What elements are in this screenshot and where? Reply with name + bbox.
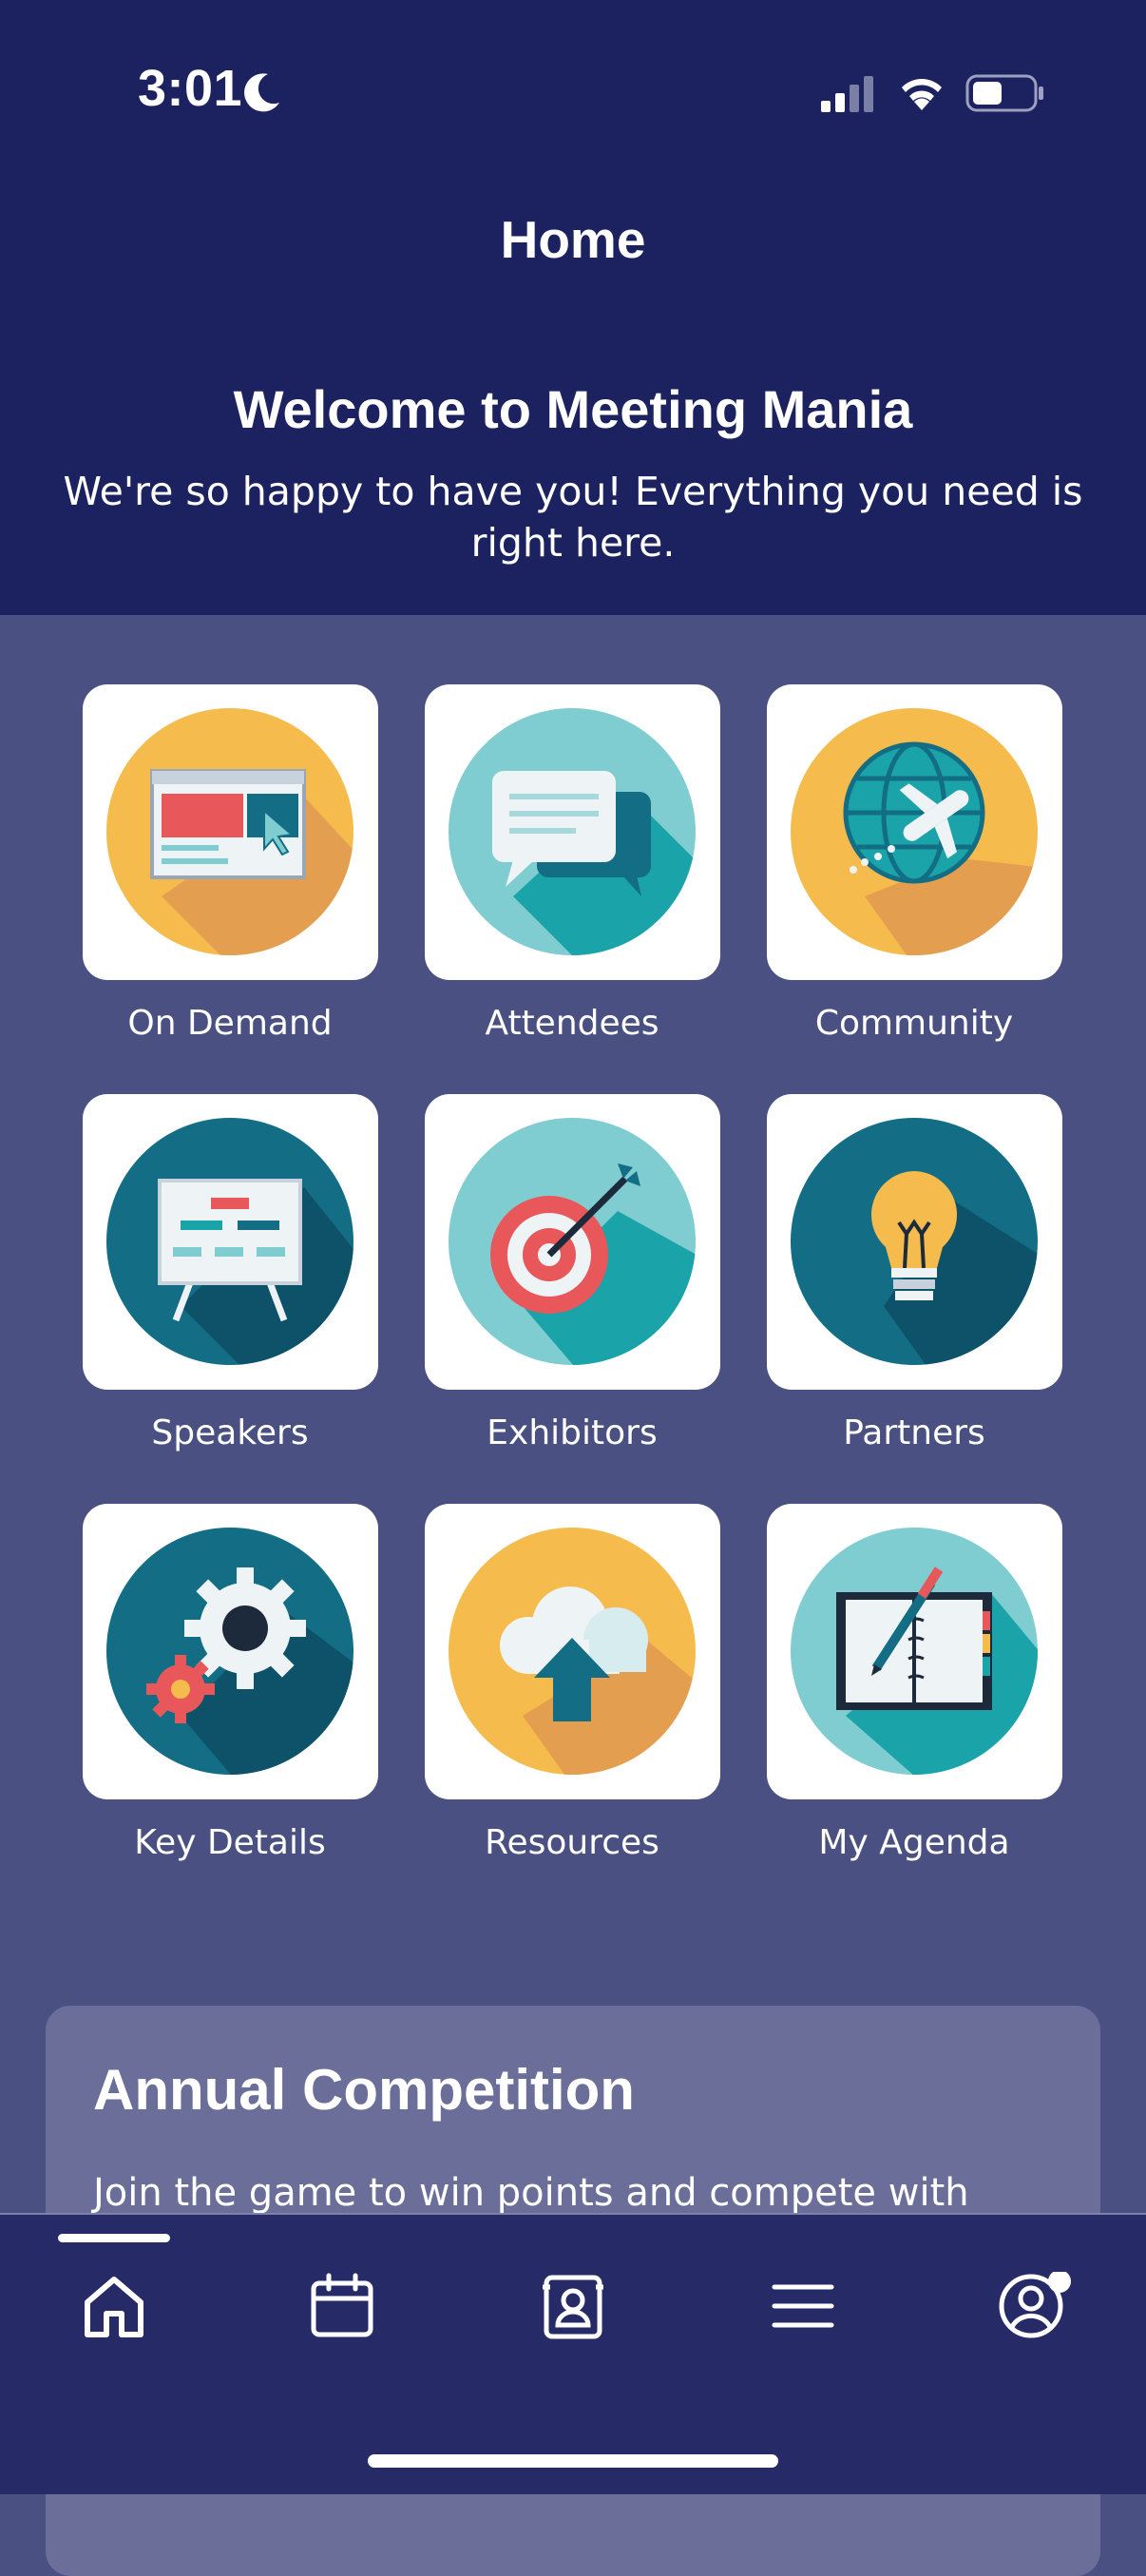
home-icon [85,2277,143,2337]
tile-exhibitors[interactable] [425,1094,720,1390]
menu-icon [772,2284,834,2328]
active-tab-indicator [58,2234,170,2242]
tile-label-key-details: Key Details [134,1823,326,1862]
contacts-icon [543,2275,603,2339]
tile-label-attendees: Attendees [485,1004,659,1043]
wifi-icon [902,79,942,110]
tile-my-agenda[interactable] [767,1504,1062,1799]
tile-resources[interactable] [425,1504,720,1799]
tile-on-demand[interactable] [83,684,378,980]
globe-airplane-icon [791,708,1038,955]
card-title: Annual Competition [93,2058,635,2122]
tile-label-on-demand: On Demand [127,1004,333,1043]
calendar-icon [311,2273,373,2337]
moon-icon [244,73,279,112]
tile-label-speakers: Speakers [151,1413,309,1452]
tab-home[interactable] [68,2260,160,2352]
header: 3:01 Home Welcome to Meeting Mania We're… [0,0,1146,615]
gears-icon [106,1528,353,1775]
card-text: Join the game to win points and compete … [93,2171,969,2215]
tile-attendees[interactable] [425,684,720,980]
presentation-board-icon [106,1118,353,1365]
status-time: 3:01 [138,60,243,117]
notebook-pen-icon [791,1528,1038,1775]
tab-calendar[interactable] [296,2260,388,2352]
tab-profile[interactable] [985,2260,1077,2352]
cloud-upload-icon [449,1528,696,1775]
tile-community[interactable] [767,684,1062,980]
tile-label-my-agenda: My Agenda [818,1823,1010,1862]
chat-bubbles-icon [449,708,696,955]
target-dart-icon [449,1118,696,1365]
home-indicator [368,2454,778,2468]
tile-label-resources: Resources [485,1823,659,1862]
tab-bar [0,2213,1146,2494]
page-title: Home [500,210,646,269]
tab-contacts[interactable] [527,2260,619,2352]
tile-label-community: Community [814,1004,1014,1043]
cellular-signal-icon [821,76,873,112]
welcome-subtitle: We're so happy to have you! Everything y… [63,469,1083,566]
browser-window-icon [106,708,353,955]
tile-label-partners: Partners [843,1413,985,1452]
tile-partners[interactable] [767,1094,1062,1390]
tile-label-exhibitors: Exhibitors [487,1413,658,1452]
tile-key-details[interactable] [83,1504,378,1799]
battery-icon [965,74,1043,112]
profile-icon [999,2272,1071,2338]
tile-speakers[interactable] [83,1094,378,1390]
welcome-title: Welcome to Meeting Mania [233,379,913,439]
tab-menu[interactable] [757,2260,849,2352]
lightbulb-icon [791,1118,1038,1365]
